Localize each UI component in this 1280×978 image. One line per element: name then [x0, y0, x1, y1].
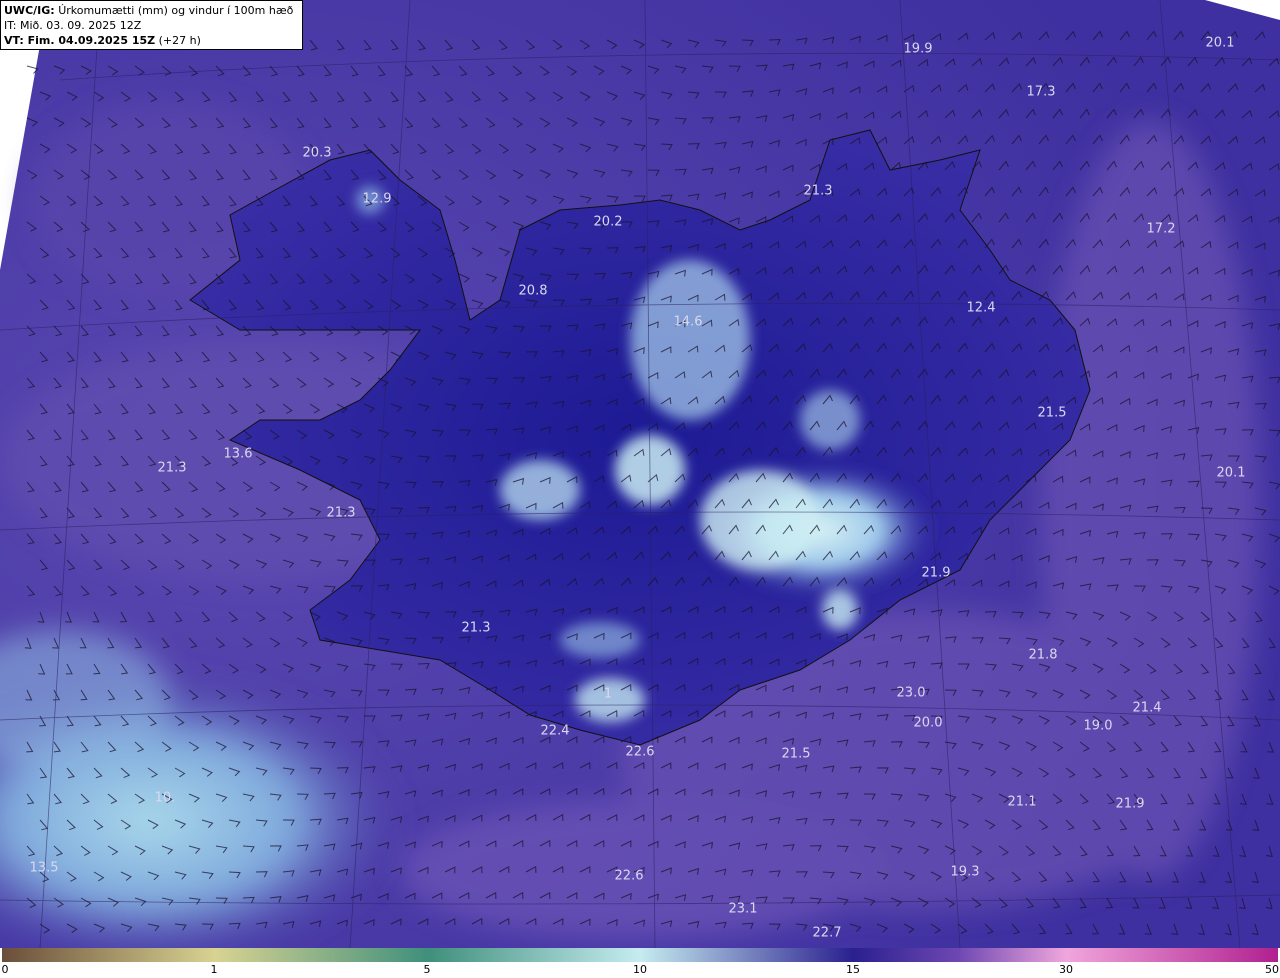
map-value: 19.0: [1083, 718, 1113, 734]
model-label: UWC/IG:: [4, 4, 55, 17]
colorbar-legend: 0 1 5 10 15 30 50: [0, 948, 1280, 978]
map-area[interactable]: 19.9 20.1 17.3 20.3 12.9 21.3 17.2 20.2 …: [0, 0, 1280, 948]
title-text: Úrkomumætti (mm) og vindur í 100m hæð: [58, 4, 294, 17]
map-value: 17.2: [1146, 221, 1176, 237]
map-value: 12.9: [362, 191, 392, 207]
map-value: 21.9: [921, 565, 951, 581]
map-value: 21.1: [1007, 794, 1037, 810]
map-value: 23.0: [896, 685, 926, 701]
map-value: 23.1: [728, 901, 758, 917]
map-value: 22.6: [625, 744, 655, 760]
colorbar-tick: 30: [1059, 963, 1073, 976]
map-canvas[interactable]: [0, 0, 1280, 948]
map-value: 21.5: [1037, 405, 1067, 421]
map-value: 21.3: [461, 620, 491, 636]
map-value: 20.2: [593, 214, 623, 230]
map-value: 21.3: [157, 460, 187, 476]
colorbar-gradient: [2, 948, 1278, 962]
map-value: 12.4: [966, 300, 996, 316]
map-value: 17.3: [1026, 84, 1056, 100]
map-value: 22.7: [812, 925, 842, 941]
forecast-offset: (+27 h): [158, 34, 201, 47]
colorbar-tick: 1: [210, 963, 218, 976]
title-line: UWC/IG: Úrkomumætti (mm) og vindur í 100…: [4, 3, 299, 18]
map-value: 19.9: [903, 41, 933, 57]
map-value: 14.6: [673, 314, 703, 330]
map-value: 21.5: [781, 746, 811, 762]
map-value: 22.4: [540, 723, 570, 739]
colorbar-tick: 5: [423, 963, 431, 976]
map-value: 21.3: [803, 183, 833, 199]
map-value: 20.0: [913, 715, 943, 731]
map-value: 21.8: [1028, 647, 1058, 663]
map-value: 13.6: [223, 446, 253, 462]
valid-time: VT: Fim. 04.09.2025 15Z: [4, 34, 156, 47]
initial-time: IT: Mið. 03. 09. 2025 12Z: [4, 19, 142, 32]
map-value: 19.3: [950, 864, 980, 880]
valid-time-line: VT: Fim. 04.09.2025 15Z (+27 h): [4, 33, 299, 48]
map-value: 10.: [154, 790, 176, 806]
map-value: 21.9: [1115, 796, 1145, 812]
colorbar-tick: 15: [846, 963, 860, 976]
colorbar-tick: 0: [1, 963, 9, 976]
map-value: 13.5: [29, 860, 59, 876]
map-value: 22.6: [614, 868, 644, 884]
map-value: 20.8: [518, 283, 548, 299]
map-value: 20.1: [1216, 465, 1246, 481]
map-value: 21.3: [326, 505, 356, 521]
colorbar-tick: 50: [1265, 963, 1279, 976]
map-value: 1: [603, 686, 613, 702]
header-info-box: UWC/IG: Úrkomumætti (mm) og vindur í 100…: [0, 0, 303, 50]
colorbar-tick: 10: [633, 963, 647, 976]
map-value: 21.4: [1132, 700, 1162, 716]
map-value: 20.3: [302, 145, 332, 161]
map-value: 20.1: [1205, 35, 1235, 51]
